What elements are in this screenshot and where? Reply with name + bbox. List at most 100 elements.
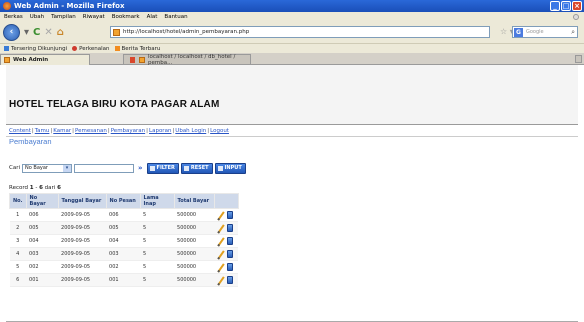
maximize-icon[interactable]: □ bbox=[561, 1, 571, 11]
back-button[interactable]: ‹ bbox=[3, 24, 20, 41]
menu-link-content[interactable]: Content bbox=[9, 128, 31, 134]
tab-web-admin[interactable]: Web Admin bbox=[0, 54, 90, 65]
edit-pencil-icon[interactable] bbox=[217, 211, 224, 219]
search-field-select[interactable]: No Bayar ▾ bbox=[22, 163, 72, 173]
menu-alat[interactable]: Alat bbox=[147, 14, 158, 20]
table-cell: 4 bbox=[9, 247, 27, 261]
menu-link-pembayaran[interactable]: Pembayaran bbox=[111, 128, 145, 134]
address-bar[interactable]: http://localhost/hotel/admin_pembayaran.… bbox=[110, 26, 490, 38]
delete-icon[interactable] bbox=[227, 237, 234, 245]
filter-icon bbox=[149, 165, 155, 171]
reset-icon bbox=[183, 165, 189, 171]
row-actions bbox=[214, 247, 239, 261]
menu-link-logout[interactable]: Logout bbox=[210, 128, 229, 134]
row-actions bbox=[214, 260, 239, 274]
delete-icon[interactable] bbox=[227, 276, 234, 284]
menu-berkas[interactable]: Berkas bbox=[4, 14, 23, 20]
col-actions bbox=[213, 193, 239, 209]
minimize-icon[interactable]: _ bbox=[550, 1, 560, 11]
menu-link-laporan[interactable]: Laporan bbox=[149, 128, 171, 134]
stop-icon[interactable]: ✕ bbox=[44, 27, 52, 38]
delete-icon[interactable] bbox=[227, 250, 234, 258]
go-arrow-icon[interactable]: » bbox=[138, 164, 143, 172]
table-cell: 004 bbox=[26, 234, 59, 248]
window-controls: _ □ × bbox=[550, 1, 582, 11]
table-row: 2 005 2009-09-05 005 5 500000 bbox=[9, 221, 239, 235]
row-actions bbox=[214, 234, 239, 248]
menu-link-pemesanan[interactable]: Pemesanan bbox=[75, 128, 107, 134]
menu-link-tamu[interactable]: Tamu bbox=[35, 128, 50, 134]
col-tanggal-bayar[interactable]: Tanggal Bayar bbox=[57, 193, 107, 209]
table-cell: 5 bbox=[140, 247, 175, 261]
search-magnifier-icon[interactable]: ⌕ bbox=[571, 28, 575, 37]
search-input[interactable]: G Google ⌕ bbox=[512, 26, 578, 38]
throbber-icon bbox=[573, 14, 579, 20]
window-titlebar: Web Admin - Mozilla Firefox _ □ × bbox=[0, 0, 584, 12]
home-icon[interactable]: ⌂ bbox=[57, 27, 64, 38]
site-menu: Content|Tamu|Kamar|Pemesanan|Pembayaran|… bbox=[9, 128, 229, 134]
table-cell: 5 bbox=[140, 208, 175, 222]
menu-bantuan[interactable]: Bantuan bbox=[164, 14, 187, 20]
table-cell: 002 bbox=[26, 260, 59, 274]
table-cell: 2009-09-05 bbox=[58, 221, 107, 235]
col-total-bayar[interactable]: Total Bayar bbox=[173, 193, 215, 209]
edit-pencil-icon[interactable] bbox=[217, 224, 224, 232]
menu-tampilan[interactable]: Tampilan bbox=[51, 14, 76, 20]
bookmarks-toolbar: Tersering Dikunjungi Perkenalan Berita T… bbox=[0, 43, 584, 53]
bookmark-getting-started[interactable]: Perkenalan bbox=[72, 45, 110, 52]
delete-icon[interactable] bbox=[227, 224, 234, 232]
search-form: Cari No Bayar ▾ » FILTER RESET INPUT bbox=[9, 162, 246, 174]
menu-bookmark[interactable]: Bookmark bbox=[112, 14, 140, 20]
menu-ubah[interactable]: Ubah bbox=[30, 14, 44, 20]
menu-separator: | bbox=[207, 128, 210, 134]
col-lama-inap[interactable]: Lama Inap bbox=[139, 193, 175, 209]
bookmark-latest-news[interactable]: Berita Terbaru bbox=[114, 46, 160, 52]
tab-favicon-icon bbox=[139, 56, 145, 63]
menu-divider bbox=[6, 136, 578, 137]
table-cell: 004 bbox=[106, 234, 141, 248]
menu-riwayat[interactable]: Riwayat bbox=[83, 14, 105, 20]
bookmark-label: Perkenalan bbox=[79, 45, 110, 52]
google-icon: G bbox=[514, 27, 523, 37]
bookmark-icon bbox=[4, 46, 9, 51]
firefox-icon bbox=[3, 2, 11, 10]
delete-icon[interactable] bbox=[227, 263, 234, 271]
input-button[interactable]: INPUT bbox=[214, 162, 246, 174]
menu-separator: | bbox=[146, 128, 149, 134]
tab-label: localhost / localhost / db_hotel / pemba… bbox=[147, 53, 236, 66]
edit-pencil-icon[interactable] bbox=[217, 263, 224, 271]
edit-pencil-icon[interactable] bbox=[217, 237, 224, 245]
table-cell: 5 bbox=[9, 260, 27, 274]
bookmark-most-visited[interactable]: Tersering Dikunjungi bbox=[4, 46, 67, 52]
col-no-pesan[interactable]: No Pesan bbox=[105, 193, 141, 209]
reload-icon[interactable]: C bbox=[33, 27, 40, 38]
tab-localhost[interactable]: localhost / localhost / db_hotel / pemba… bbox=[123, 53, 251, 66]
menu-link-ubah-login[interactable]: Ubah Login bbox=[175, 128, 206, 134]
filter-button[interactable]: FILTER bbox=[146, 162, 179, 174]
forward-dropdown-icon[interactable]: ▾ bbox=[24, 27, 29, 38]
reset-button[interactable]: RESET bbox=[180, 162, 213, 174]
record-of: dari bbox=[44, 185, 56, 191]
search-keyword-input[interactable] bbox=[74, 163, 134, 173]
table-cell: 5 bbox=[140, 234, 175, 248]
col-no[interactable]: No. bbox=[9, 193, 27, 209]
menu-link-kamar[interactable]: Kamar bbox=[53, 128, 71, 134]
table-cell: 5 bbox=[140, 273, 175, 287]
edit-pencil-icon[interactable] bbox=[217, 250, 224, 258]
tab-close-icon[interactable] bbox=[130, 56, 136, 63]
table-cell: 001 bbox=[106, 273, 141, 287]
delete-icon[interactable] bbox=[227, 211, 234, 219]
table-cell: 500000 bbox=[174, 273, 215, 287]
close-icon[interactable]: × bbox=[572, 1, 582, 11]
table-cell: 001 bbox=[26, 273, 59, 287]
tab-label: Web Admin bbox=[13, 57, 49, 63]
edit-pencil-icon[interactable] bbox=[217, 276, 224, 284]
col-no-bayar[interactable]: No Bayar bbox=[25, 193, 59, 209]
tab-list-icon[interactable] bbox=[575, 55, 582, 63]
record-end: 6 bbox=[39, 185, 43, 191]
row-actions bbox=[214, 208, 239, 222]
bookmark-label: Tersering Dikunjungi bbox=[11, 45, 68, 52]
tab-bar: Web Admin localhost / localhost / db_hot… bbox=[0, 53, 584, 66]
row-actions bbox=[214, 221, 239, 235]
table-cell: 500000 bbox=[174, 234, 215, 248]
